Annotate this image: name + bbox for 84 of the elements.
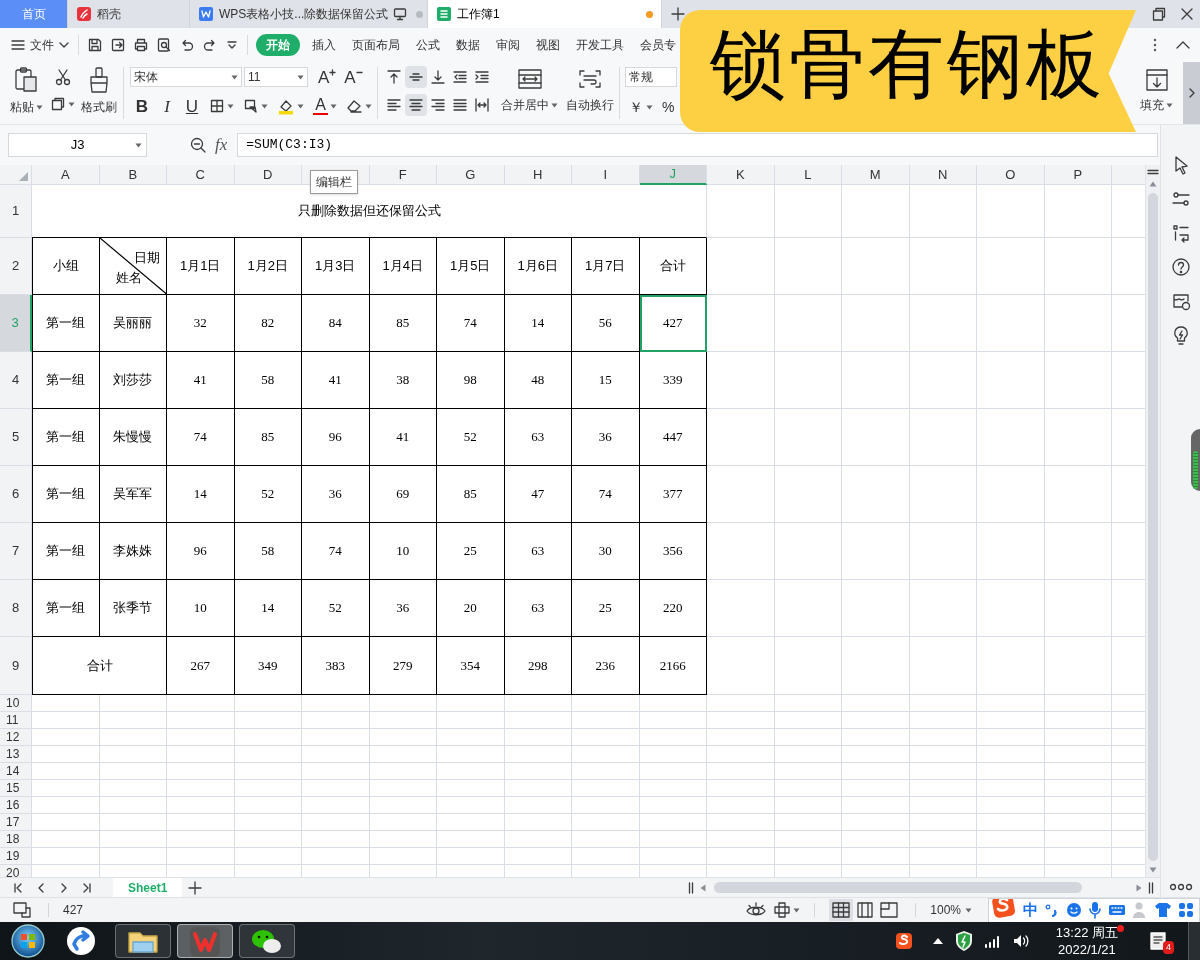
table-cell: 383 <box>302 637 370 695</box>
table-cell: 52 <box>437 409 505 466</box>
table-cell: 356 <box>639 523 707 580</box>
table-cell: 41 <box>167 352 235 409</box>
table-cell: 10 <box>167 580 235 637</box>
table-cell: 47 <box>504 466 572 523</box>
table-cell: 第一组 <box>32 409 100 466</box>
table-cell: 14 <box>504 295 572 352</box>
table-cell: 合计 <box>639 238 707 295</box>
table-cell: 63 <box>504 523 572 580</box>
clock-time: 13:22 周五 <box>1055 924 1118 941</box>
table-cell: 354 <box>437 637 505 695</box>
table-cell: 96 <box>167 523 235 580</box>
clock-date: 2022/1/21 <box>1058 941 1116 958</box>
table-cell: 25 <box>572 580 640 637</box>
table-cell: 377 <box>639 466 707 523</box>
table-cell: 2166 <box>639 637 707 695</box>
table-cell: 张季节 <box>99 580 167 637</box>
table-cell: 1月3日 <box>302 238 370 295</box>
table-cell: 85 <box>369 295 437 352</box>
table-cell: 第一组 <box>32 580 100 637</box>
table-cell: 58 <box>234 523 302 580</box>
table-cell: 25 <box>437 523 505 580</box>
table-cell: 74 <box>302 523 370 580</box>
table-cell: 427 <box>639 295 707 352</box>
table-cell: 吴军军 <box>99 466 167 523</box>
table-cell: 36 <box>369 580 437 637</box>
table-cell: 1月1日 <box>167 238 235 295</box>
diagonal-heading: 姓名 <box>114 268 142 287</box>
table-cell: 32 <box>167 295 235 352</box>
table-cell: 14 <box>167 466 235 523</box>
table-cell: 30 <box>572 523 640 580</box>
table-cell: 69 <box>369 466 437 523</box>
table-cell: 74 <box>437 295 505 352</box>
table-cell: 267 <box>167 637 235 695</box>
table-cell: 38 <box>369 352 437 409</box>
table-cell: 36 <box>302 466 370 523</box>
table-cell: 63 <box>504 580 572 637</box>
table-cell: 447 <box>639 409 707 466</box>
table-cell: 56 <box>572 295 640 352</box>
table-cell: 85 <box>234 409 302 466</box>
table-cell: 第一组 <box>32 295 100 352</box>
table-cell: 1月5日 <box>437 238 505 295</box>
table-cell: 74 <box>572 466 640 523</box>
table-cell: 41 <box>302 352 370 409</box>
table-cell: 1月7日 <box>572 238 640 295</box>
table-cell: 58 <box>234 352 302 409</box>
table-cell: 339 <box>639 352 707 409</box>
table-cell: 20 <box>437 580 505 637</box>
table-cell: 82 <box>234 295 302 352</box>
table-cell: 52 <box>234 466 302 523</box>
table-cell: 52 <box>302 580 370 637</box>
table-cell: 吴丽丽 <box>99 295 167 352</box>
table-cell: 小组 <box>32 238 100 295</box>
table-cell: 第一组 <box>32 466 100 523</box>
table-cell: 98 <box>437 352 505 409</box>
table-cell: 36 <box>572 409 640 466</box>
table-cell: 李姝姝 <box>99 523 167 580</box>
table-cell: 41 <box>369 409 437 466</box>
banner-text: 锁骨有钢板 <box>710 26 1105 102</box>
diagonal-heading: 日期 <box>134 249 160 267</box>
table-cell: 刘莎莎 <box>99 352 167 409</box>
table-cell: 48 <box>504 352 572 409</box>
table-cell: 1月4日 <box>369 238 437 295</box>
table-cell: 朱慢慢 <box>99 409 167 466</box>
table-cell: 合计 <box>32 637 167 695</box>
table-cell: 1月2日 <box>234 238 302 295</box>
status-value: 427 <box>63 902 84 919</box>
table-cell: 第一组 <box>32 352 100 409</box>
table-cell: 349 <box>234 637 302 695</box>
table-cell: 63 <box>504 409 572 466</box>
table-cell: 279 <box>369 637 437 695</box>
table-cell: 84 <box>302 295 370 352</box>
table-cell: 1月6日 <box>504 238 572 295</box>
table-cell: 15 <box>572 352 640 409</box>
table-cell: 10 <box>369 523 437 580</box>
table-cell: 298 <box>504 637 572 695</box>
table-cell: 74 <box>167 409 235 466</box>
table-cell: 14 <box>234 580 302 637</box>
table-cell: 96 <box>302 409 370 466</box>
table-cell: 第一组 <box>32 523 100 580</box>
table-cell: 85 <box>437 466 505 523</box>
table-cell: 220 <box>639 580 707 637</box>
table-cell: 236 <box>572 637 640 695</box>
